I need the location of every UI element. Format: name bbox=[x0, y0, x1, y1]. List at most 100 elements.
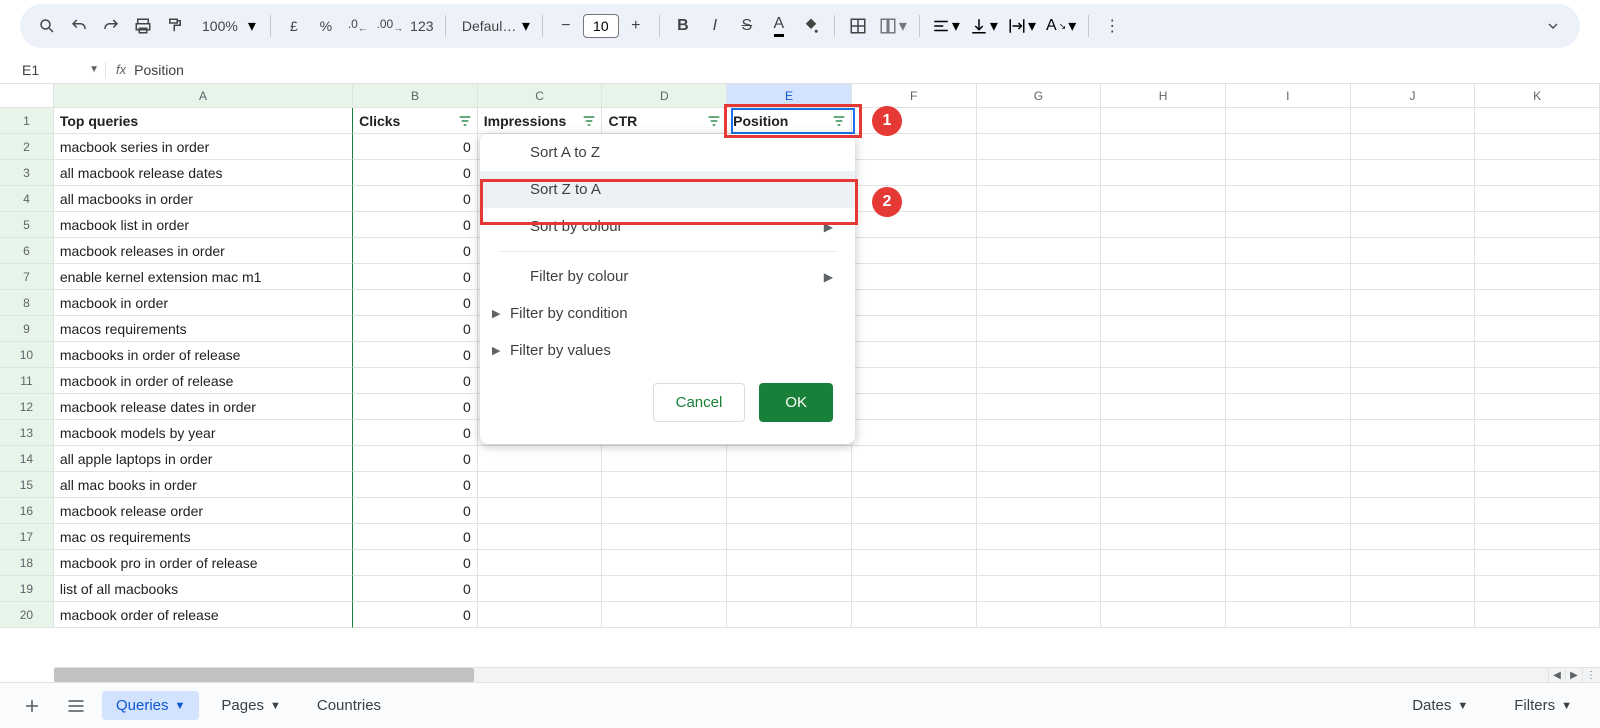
cell[interactable] bbox=[1475, 290, 1600, 316]
all-sheets-button[interactable] bbox=[58, 690, 94, 722]
cell[interactable] bbox=[852, 160, 977, 186]
cell[interactable] bbox=[1226, 134, 1351, 160]
add-sheet-button[interactable] bbox=[14, 690, 50, 722]
cell[interactable]: Top queries bbox=[54, 108, 353, 134]
cell[interactable] bbox=[1226, 368, 1351, 394]
cell[interactable]: macbook in order of release bbox=[54, 368, 353, 394]
cell[interactable]: macbook release dates in order bbox=[54, 394, 353, 420]
cell[interactable] bbox=[852, 394, 977, 420]
cell[interactable] bbox=[478, 576, 603, 602]
cell[interactable]: 0 bbox=[353, 420, 478, 446]
cell[interactable] bbox=[478, 446, 603, 472]
cell[interactable] bbox=[1101, 108, 1226, 134]
cell[interactable] bbox=[977, 264, 1102, 290]
cell[interactable] bbox=[1101, 576, 1226, 602]
cell[interactable]: 0 bbox=[353, 238, 478, 264]
cell[interactable] bbox=[602, 472, 727, 498]
tab-pages[interactable]: Pages▼ bbox=[207, 691, 294, 720]
cell[interactable] bbox=[1226, 186, 1351, 212]
rotate-dropdown[interactable]: A↘▾ bbox=[1042, 16, 1080, 36]
cell[interactable] bbox=[977, 212, 1102, 238]
column-header-b[interactable]: B bbox=[353, 84, 478, 107]
cell[interactable] bbox=[1226, 160, 1351, 186]
number-format-button[interactable]: 123 bbox=[407, 11, 437, 41]
column-header-f[interactable]: F bbox=[852, 84, 977, 107]
cell[interactable] bbox=[1351, 602, 1476, 628]
cell[interactable] bbox=[1101, 264, 1226, 290]
tab-dates[interactable]: Dates▼ bbox=[1398, 691, 1482, 720]
cell[interactable]: 0 bbox=[353, 134, 478, 160]
cell[interactable] bbox=[1101, 446, 1226, 472]
cell[interactable] bbox=[1101, 498, 1226, 524]
cell[interactable] bbox=[1101, 134, 1226, 160]
v-align-dropdown[interactable]: ▾ bbox=[966, 16, 1002, 36]
cell[interactable]: macbook list in order bbox=[54, 212, 353, 238]
cell[interactable]: macbook pro in order of release bbox=[54, 550, 353, 576]
cell[interactable] bbox=[1226, 576, 1351, 602]
row-header[interactable]: 5 bbox=[0, 212, 54, 238]
column-header-h[interactable]: H bbox=[1101, 84, 1226, 107]
cell[interactable] bbox=[852, 498, 977, 524]
cell[interactable] bbox=[1101, 342, 1226, 368]
cell[interactable]: all mac books in order bbox=[54, 472, 353, 498]
cell[interactable] bbox=[977, 290, 1102, 316]
cell[interactable] bbox=[1475, 394, 1600, 420]
cell[interactable]: macbook models by year bbox=[54, 420, 353, 446]
cell[interactable] bbox=[1101, 212, 1226, 238]
cell[interactable] bbox=[852, 290, 977, 316]
font-dropdown[interactable]: Defaul… ▾ bbox=[454, 16, 534, 36]
cell[interactable] bbox=[1351, 186, 1476, 212]
column-header-e[interactable]: E bbox=[727, 84, 852, 107]
cell[interactable] bbox=[602, 576, 727, 602]
cell[interactable] bbox=[1475, 524, 1600, 550]
cell[interactable] bbox=[1226, 498, 1351, 524]
cell[interactable] bbox=[1226, 108, 1351, 134]
cell[interactable] bbox=[1475, 316, 1600, 342]
cell[interactable] bbox=[1351, 368, 1476, 394]
name-box[interactable]: E1 ▼ bbox=[16, 62, 106, 78]
row-header[interactable]: 1 bbox=[0, 108, 54, 134]
cell[interactable] bbox=[1351, 472, 1476, 498]
cell[interactable] bbox=[1351, 446, 1476, 472]
percent-button[interactable]: % bbox=[311, 11, 341, 41]
cell[interactable]: 0 bbox=[353, 368, 478, 394]
decrease-font-icon[interactable]: − bbox=[551, 11, 581, 41]
cell[interactable] bbox=[1226, 602, 1351, 628]
cell[interactable]: macbook series in order bbox=[54, 134, 353, 160]
cell[interactable] bbox=[1475, 576, 1600, 602]
cell[interactable]: 0 bbox=[353, 212, 478, 238]
cell[interactable]: macos requirements bbox=[54, 316, 353, 342]
cell[interactable] bbox=[977, 238, 1102, 264]
cell[interactable]: macbooks in order of release bbox=[54, 342, 353, 368]
cell[interactable] bbox=[1351, 264, 1476, 290]
cell[interactable] bbox=[977, 134, 1102, 160]
filter-by-colour[interactable]: Filter by colour▶ bbox=[480, 258, 855, 295]
cell[interactable] bbox=[852, 524, 977, 550]
row-header[interactable]: 12 bbox=[0, 394, 54, 420]
cell[interactable]: list of all macbooks bbox=[54, 576, 353, 602]
cell[interactable] bbox=[977, 108, 1102, 134]
cell[interactable] bbox=[478, 498, 603, 524]
strikethrough-icon[interactable]: S bbox=[732, 11, 762, 41]
borders-icon[interactable] bbox=[843, 11, 873, 41]
cell[interactable] bbox=[602, 602, 727, 628]
cell[interactable]: 0 bbox=[353, 290, 478, 316]
cell[interactable]: mac os requirements bbox=[54, 524, 353, 550]
cell[interactable] bbox=[1475, 186, 1600, 212]
cell[interactable] bbox=[977, 394, 1102, 420]
column-header-k[interactable]: K bbox=[1475, 84, 1600, 107]
cell[interactable] bbox=[977, 472, 1102, 498]
cell[interactable] bbox=[852, 264, 977, 290]
cell[interactable] bbox=[1226, 420, 1351, 446]
font-size-input[interactable] bbox=[583, 14, 619, 38]
cell[interactable] bbox=[852, 368, 977, 394]
cell[interactable] bbox=[1475, 472, 1600, 498]
tab-queries[interactable]: Queries▼ bbox=[102, 691, 199, 720]
cell[interactable] bbox=[852, 342, 977, 368]
cell[interactable] bbox=[1475, 108, 1600, 134]
row-header[interactable]: 15 bbox=[0, 472, 54, 498]
cell[interactable]: 0 bbox=[353, 602, 478, 628]
cell[interactable] bbox=[478, 602, 603, 628]
cell[interactable] bbox=[1351, 134, 1476, 160]
cell[interactable] bbox=[1101, 160, 1226, 186]
